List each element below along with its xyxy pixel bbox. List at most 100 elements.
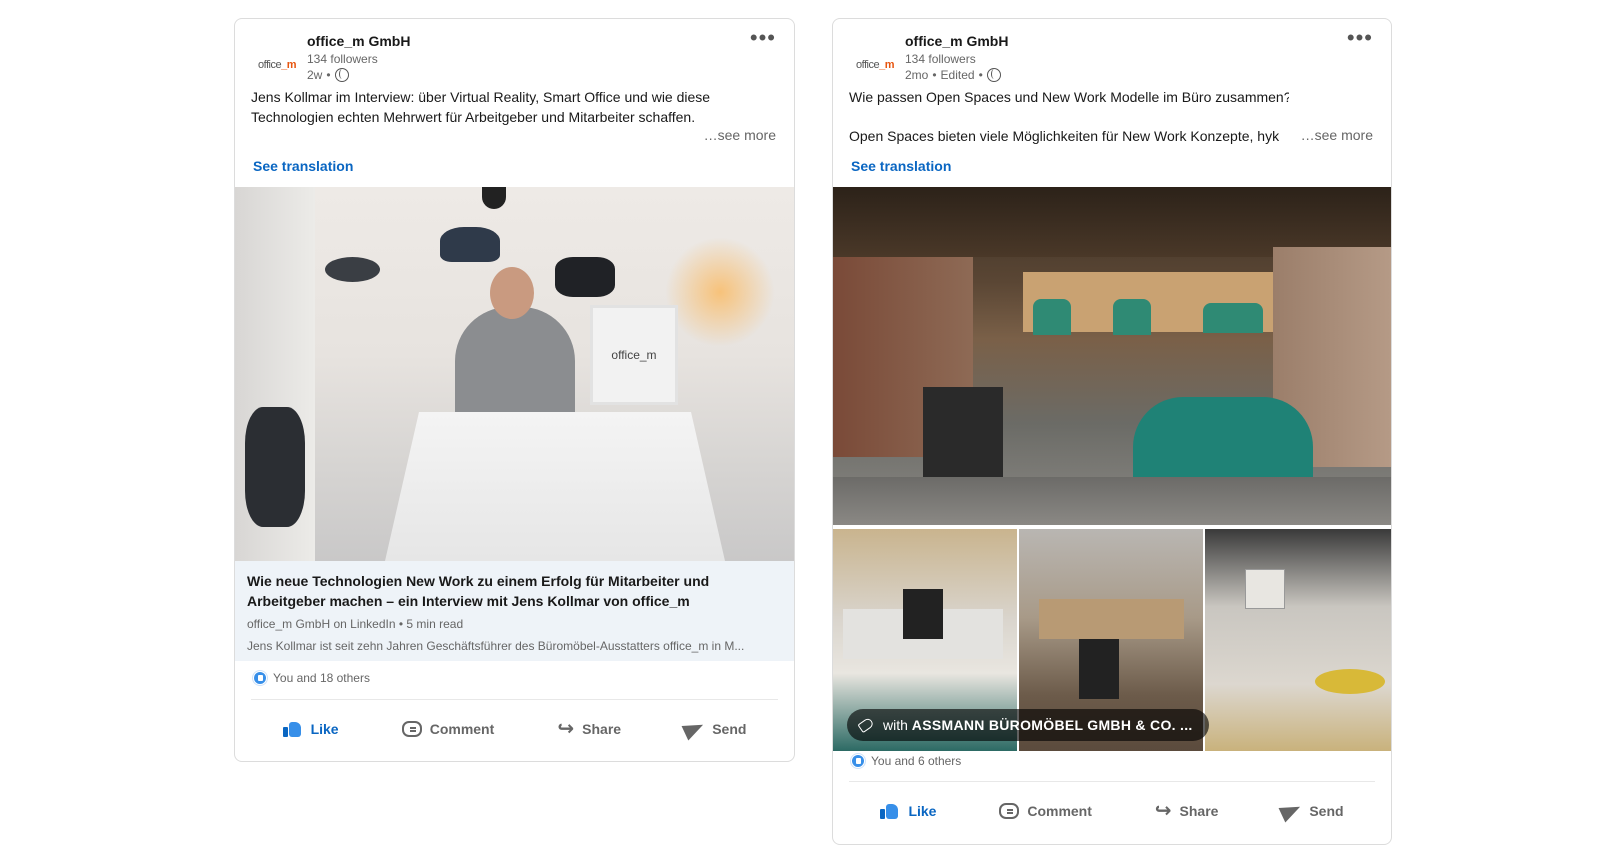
tag-text: with ASSMANN BÜROMÖBEL GMBH & CO. ... bbox=[883, 717, 1193, 733]
yellow-rug bbox=[1315, 669, 1385, 694]
article-source: office_m GmbH on LinkedIn • 5 min read bbox=[247, 617, 463, 631]
like-button[interactable]: Like bbox=[870, 794, 946, 828]
post-body-line: Open Spaces bieten viele Möglichkeiten f… bbox=[849, 128, 1280, 144]
ceiling-lamp bbox=[482, 187, 506, 209]
see-more-button[interactable]: …see more bbox=[1296, 127, 1373, 143]
tag-icon bbox=[857, 716, 875, 734]
globe-icon bbox=[986, 68, 1001, 82]
post-meta: 2w • bbox=[307, 68, 349, 82]
divider bbox=[849, 781, 1375, 782]
tag-prefix: with bbox=[883, 717, 908, 733]
share-icon: ↪ bbox=[557, 718, 575, 740]
comment-button[interactable]: Comment bbox=[989, 795, 1102, 827]
share-icon: ↪ bbox=[1154, 800, 1172, 822]
post-image-main[interactable] bbox=[833, 187, 1391, 525]
send-label: Send bbox=[1309, 803, 1344, 819]
send-button[interactable]: Send bbox=[1271, 795, 1353, 827]
article-title[interactable]: Wie neue Technologien New Work zu einem … bbox=[247, 571, 777, 611]
post-time: 2w bbox=[307, 68, 323, 82]
follower-count: 134 followers bbox=[307, 52, 378, 66]
company-logo[interactable]: office _m bbox=[851, 41, 899, 89]
post-header: office _m office_m GmbH 134 followers 2mo… bbox=[833, 19, 1391, 91]
post-body-line: Technologien echten Mehrwert für Arbeitg… bbox=[251, 109, 696, 125]
company-logo[interactable]: office _m bbox=[253, 41, 301, 89]
desk bbox=[385, 412, 725, 561]
more-icon[interactable]: ••• bbox=[750, 25, 776, 51]
post-image-thumb-3[interactable] bbox=[1205, 529, 1391, 751]
booth-green bbox=[1033, 299, 1071, 335]
comment-label: Comment bbox=[1027, 803, 1092, 819]
post-card-1: office _m office_m GmbH 134 followers 2w … bbox=[234, 18, 795, 762]
booth-green bbox=[1203, 303, 1263, 333]
comment-icon bbox=[999, 803, 1020, 819]
send-icon bbox=[1278, 799, 1304, 823]
like-label: Like bbox=[908, 803, 937, 819]
comment-button[interactable]: Comment bbox=[392, 713, 505, 745]
meta-separator: • bbox=[932, 68, 937, 82]
article-author: office_m GmbH on LinkedIn bbox=[247, 617, 396, 631]
send-icon bbox=[681, 717, 707, 741]
person-head bbox=[490, 267, 534, 319]
post-actions: Like Comment ↪ Share Send bbox=[849, 787, 1375, 835]
post-actions: Like Comment ↪ Share Send bbox=[251, 705, 778, 753]
see-more-button[interactable]: …see more bbox=[699, 127, 776, 143]
follower-count: 134 followers bbox=[905, 52, 976, 66]
logo-text: office bbox=[258, 59, 282, 71]
logo-text: office bbox=[856, 59, 880, 71]
post-meta: 2mo • Edited • bbox=[905, 68, 1001, 82]
article-description: Jens Kollmar ist seit zehn Jahren Geschä… bbox=[247, 639, 745, 653]
meta-separator: • bbox=[326, 68, 331, 82]
reactions-text: You and 18 others bbox=[273, 671, 370, 685]
reactions-summary[interactable]: You and 6 others bbox=[851, 754, 961, 768]
article-read-time: 5 min read bbox=[406, 617, 464, 631]
company-name[interactable]: office_m GmbH bbox=[905, 33, 1008, 49]
shelf bbox=[923, 387, 1003, 487]
like-reaction-icon bbox=[253, 671, 267, 685]
lamp-glow bbox=[665, 237, 775, 347]
person-figure bbox=[455, 307, 575, 427]
post-header: office _m office_m GmbH 134 followers 2w … bbox=[235, 19, 794, 91]
like-icon bbox=[282, 720, 303, 738]
chair-shape bbox=[245, 407, 305, 527]
reactions-text: You and 6 others bbox=[871, 754, 962, 768]
chair-shape bbox=[1079, 639, 1119, 699]
post-body: Jens Kollmar im Interview: über Virtual … bbox=[251, 87, 710, 127]
share-label: Share bbox=[1179, 803, 1219, 819]
tagged-company-pill[interactable]: with ASSMANN BÜROMÖBEL GMBH & CO. ... bbox=[847, 709, 1209, 741]
post-card-2: office _m office_m GmbH 134 followers 2mo… bbox=[832, 18, 1392, 845]
like-reaction-icon bbox=[851, 754, 865, 768]
send-label: Send bbox=[712, 721, 747, 737]
comment-icon bbox=[401, 721, 422, 737]
desk bbox=[1039, 599, 1184, 639]
chair-shape bbox=[325, 257, 380, 282]
tag-company: ASSMANN BÜROMÖBEL GMBH & CO. ... bbox=[911, 717, 1193, 733]
booth-green bbox=[1113, 299, 1151, 335]
like-icon bbox=[880, 802, 900, 820]
send-button[interactable]: Send bbox=[674, 713, 756, 745]
comment-label: Comment bbox=[429, 721, 495, 737]
post-image[interactable]: office_m bbox=[235, 187, 794, 561]
share-button[interactable]: ↪ Share bbox=[1145, 793, 1229, 829]
share-label: Share bbox=[582, 721, 622, 737]
like-button[interactable]: Like bbox=[273, 712, 349, 746]
decor-panel bbox=[1245, 569, 1285, 609]
more-icon[interactable]: ••• bbox=[1347, 25, 1373, 51]
divider bbox=[251, 699, 778, 700]
reactions-summary[interactable]: You and 18 others bbox=[253, 671, 370, 685]
post-body-line: Wie passen Open Spaces und New Work Mode… bbox=[849, 89, 1289, 105]
display-screen: office_m bbox=[590, 305, 678, 405]
logo-text-accent: _m bbox=[281, 59, 296, 71]
company-name[interactable]: office_m GmbH bbox=[307, 33, 410, 49]
like-label: Like bbox=[310, 721, 339, 737]
globe-icon bbox=[334, 68, 349, 82]
share-button[interactable]: ↪ Share bbox=[547, 711, 631, 747]
see-translation-link[interactable]: See translation bbox=[253, 158, 353, 174]
article-preview[interactable]: Wie neue Technologien New Work zu einem … bbox=[235, 561, 794, 661]
display-sign: office_m bbox=[611, 348, 657, 362]
chair-shape bbox=[903, 589, 943, 639]
see-translation-link[interactable]: See translation bbox=[851, 158, 951, 174]
logo-text-accent: _m bbox=[879, 59, 894, 71]
post-body: Wie passen Open Spaces und New Work Mode… bbox=[849, 87, 1289, 146]
meta-separator: • bbox=[978, 68, 983, 82]
chair-shape bbox=[555, 257, 615, 297]
